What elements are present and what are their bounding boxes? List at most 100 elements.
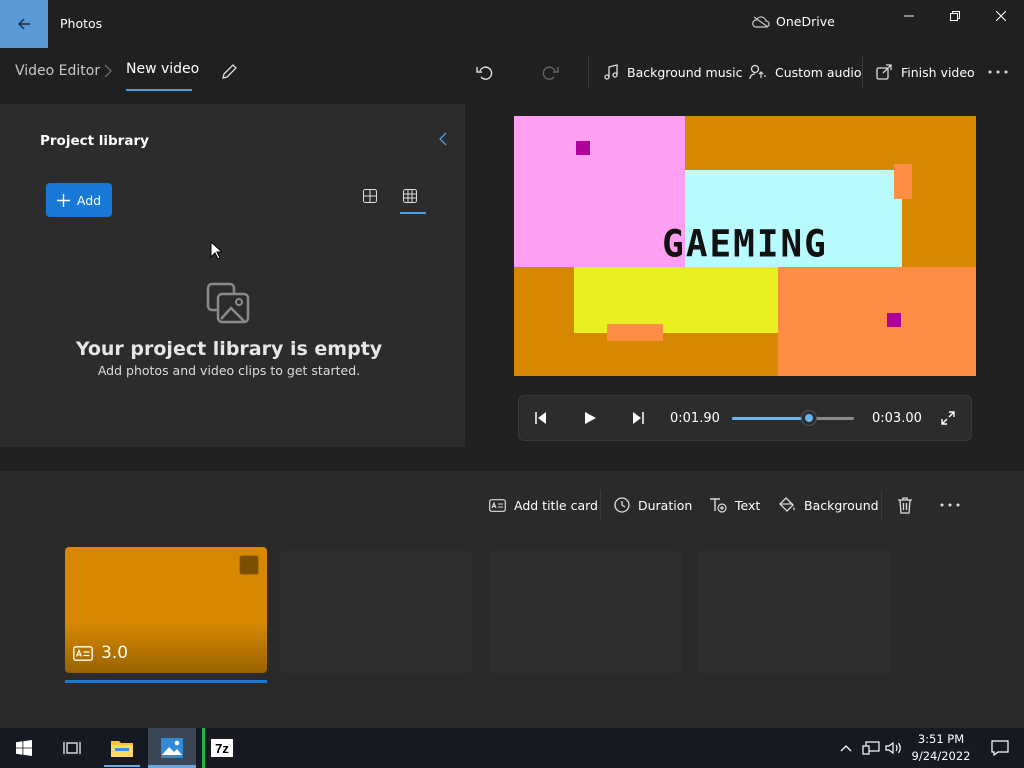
clock-time: 3:51 PM bbox=[917, 732, 965, 746]
undo-button[interactable] bbox=[475, 60, 493, 84]
custom-audio-button[interactable]: Custom audio bbox=[749, 60, 862, 84]
finish-video-label: Finish video bbox=[901, 64, 975, 80]
skip-back-icon bbox=[535, 412, 546, 424]
skip-forward-icon bbox=[633, 412, 644, 424]
duration-button[interactable]: Duration bbox=[614, 494, 692, 516]
speaker-icon bbox=[885, 741, 901, 755]
next-frame-button[interactable] bbox=[628, 409, 648, 427]
cloud-off-icon bbox=[752, 15, 770, 28]
more-icon bbox=[988, 70, 1008, 74]
more-icon bbox=[940, 503, 960, 507]
breadcrumb-video-editor[interactable]: Video Editor bbox=[15, 63, 100, 79]
empty-storyboard-slot bbox=[280, 551, 472, 673]
add-title-card-button[interactable]: Add title card bbox=[489, 494, 598, 516]
clip-select-checkbox[interactable] bbox=[239, 555, 259, 575]
breadcrumb-underline bbox=[126, 89, 192, 91]
chevron-right-icon bbox=[104, 64, 112, 78]
trash-icon bbox=[898, 496, 912, 514]
background-button[interactable]: Background bbox=[779, 494, 879, 516]
task-view-button[interactable] bbox=[48, 728, 96, 768]
network-button[interactable] bbox=[859, 728, 883, 768]
collapse-library-button[interactable] bbox=[438, 132, 448, 146]
delete-button[interactable] bbox=[897, 494, 913, 516]
storyboard-divider bbox=[600, 490, 601, 520]
preview-shape-orange-small bbox=[607, 324, 663, 341]
volume-button[interactable] bbox=[882, 728, 906, 768]
seek-progress bbox=[732, 417, 809, 420]
storyboard-more-button[interactable] bbox=[940, 494, 960, 516]
minimize-button[interactable] bbox=[886, 0, 932, 32]
text-add-icon bbox=[710, 498, 727, 513]
onedrive-status[interactable]: OneDrive bbox=[752, 14, 835, 29]
restore-button[interactable] bbox=[932, 0, 978, 32]
photos-taskbar-button[interactable] bbox=[148, 728, 196, 768]
explorer-running-indicator bbox=[104, 765, 140, 767]
file-explorer-button[interactable] bbox=[98, 728, 146, 768]
project-library-title: Project library bbox=[40, 133, 149, 149]
clip-duration: 3.0 bbox=[73, 643, 128, 663]
empty-library-title: Your project library is empty bbox=[75, 338, 383, 360]
show-hidden-icons-button[interactable] bbox=[834, 728, 858, 768]
onedrive-label: OneDrive bbox=[776, 14, 835, 29]
background-music-button[interactable]: Background music bbox=[603, 60, 743, 84]
finish-video-button[interactable]: Finish video bbox=[876, 60, 975, 84]
photos-app-icon bbox=[161, 738, 183, 758]
7zip-label: 7z bbox=[215, 740, 229, 756]
expand-icon bbox=[941, 411, 955, 425]
export-icon bbox=[876, 64, 892, 80]
redo-button[interactable] bbox=[542, 60, 560, 84]
total-time: 0:03.00 bbox=[872, 411, 922, 426]
start-button[interactable] bbox=[0, 728, 48, 768]
title-bar bbox=[0, 0, 1024, 48]
clip-selected-indicator bbox=[65, 680, 267, 683]
large-grid-view-button[interactable] bbox=[363, 189, 377, 203]
back-button[interactable] bbox=[0, 0, 48, 48]
preview-shape-orange bbox=[778, 267, 976, 376]
network-icon bbox=[862, 741, 880, 755]
pencil-icon bbox=[221, 63, 237, 79]
undo-icon bbox=[476, 66, 493, 80]
custom-audio-label: Custom audio bbox=[775, 64, 862, 80]
back-arrow-icon bbox=[18, 18, 30, 30]
clock-date: 9/24/2022 bbox=[911, 749, 971, 763]
title-card-icon bbox=[73, 645, 93, 661]
storyboard-clip[interactable]: 3.0 bbox=[65, 547, 267, 673]
toolbar-divider bbox=[588, 56, 589, 88]
clip-duration-value: 3.0 bbox=[101, 643, 129, 663]
title-card-icon bbox=[489, 498, 506, 512]
view-selection-indicator bbox=[400, 212, 426, 214]
fullscreen-button[interactable] bbox=[938, 409, 958, 427]
text-button[interactable]: Text bbox=[709, 494, 760, 516]
play-button[interactable] bbox=[580, 409, 600, 427]
task-view-icon bbox=[63, 742, 81, 754]
paint-bucket-icon bbox=[779, 497, 795, 512]
close-button[interactable] bbox=[978, 0, 1024, 32]
folder-icon bbox=[111, 741, 133, 757]
video-preview[interactable]: GAEMING bbox=[514, 116, 976, 376]
7zip-taskbar-button[interactable]: 7z bbox=[198, 728, 246, 768]
preview-shape-orange-tall bbox=[894, 164, 912, 199]
photos-placeholder-icon bbox=[206, 282, 252, 324]
notifications-button[interactable] bbox=[976, 728, 1024, 768]
rename-button[interactable] bbox=[218, 60, 240, 82]
small-grid-view-button[interactable] bbox=[403, 189, 417, 203]
large-grid-icon bbox=[363, 189, 377, 203]
minimize-icon bbox=[904, 15, 914, 17]
empty-library-subtitle: Add photos and video clips to get starte… bbox=[97, 363, 361, 378]
plus-icon bbox=[56, 193, 70, 207]
more-options-button[interactable] bbox=[988, 60, 1008, 84]
seek-thumb[interactable] bbox=[801, 410, 817, 426]
chevron-up-icon bbox=[840, 745, 852, 752]
duration-label: Duration bbox=[638, 497, 693, 513]
add-media-button[interactable]: Add bbox=[46, 183, 112, 217]
taskbar-clock[interactable]: 3:51 PM 9/24/2022 bbox=[910, 731, 972, 765]
app-title: Photos bbox=[60, 16, 103, 31]
background-music-label: Background music bbox=[627, 64, 743, 80]
7zip-accent bbox=[202, 728, 205, 768]
empty-storyboard-slot bbox=[489, 551, 681, 673]
current-time: 0:01.90 bbox=[670, 411, 720, 426]
previous-frame-button[interactable] bbox=[531, 409, 551, 427]
play-icon bbox=[585, 412, 596, 424]
storyboard-divider bbox=[881, 490, 882, 520]
close-icon bbox=[996, 11, 1006, 21]
